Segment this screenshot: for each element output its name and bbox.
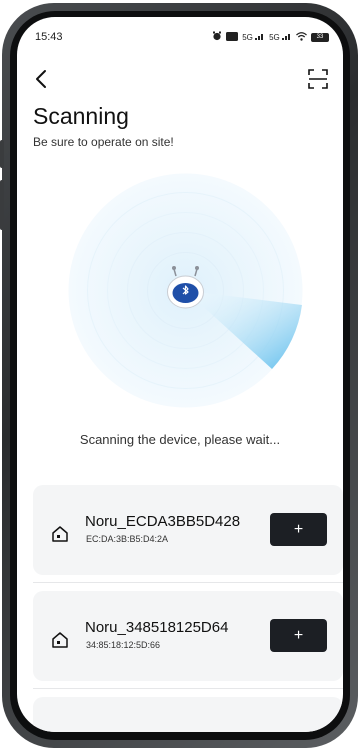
status-time: 15:43 xyxy=(35,31,63,43)
device-card: Noru_348518125D64 34:85:18:12:5D:66 + xyxy=(33,591,343,681)
wifi-icon xyxy=(296,31,307,43)
device-mac-address: 34:85:18:12:5D:66 xyxy=(86,640,161,650)
scan-frame-icon xyxy=(308,69,328,89)
list-divider xyxy=(33,688,343,689)
home-icon xyxy=(52,526,68,542)
volume-down-key xyxy=(0,180,4,230)
volume-up-key xyxy=(0,140,4,168)
signal-label: 5G xyxy=(269,33,280,42)
page-subtitle: Be sure to operate on site! xyxy=(33,135,174,149)
device-card xyxy=(33,697,343,732)
alarm-icon xyxy=(212,31,222,43)
back-button[interactable] xyxy=(31,67,51,91)
signal-5g-icon: 5G xyxy=(269,32,292,42)
radar-animation xyxy=(68,173,303,408)
status-icons: 5G 5G 33 xyxy=(212,31,329,43)
scan-qr-button[interactable] xyxy=(307,67,329,91)
page-title: Scanning xyxy=(33,103,129,129)
device-mac-address: EC:DA:3B:B5:D4:2A xyxy=(86,534,169,544)
app-screen: 15:43 5G 5G 33 Scanning Be sure to opera… xyxy=(17,17,343,732)
signal-label: 5G xyxy=(242,33,253,42)
add-device-button[interactable]: + xyxy=(270,513,327,546)
device-frame: 15:43 5G 5G 33 Scanning Be sure to opera… xyxy=(0,0,361,751)
list-divider xyxy=(33,582,343,583)
battery-icon: 33 xyxy=(311,32,329,42)
add-device-button[interactable]: + xyxy=(270,619,327,652)
home-icon xyxy=(52,632,68,648)
status-bar: 15:43 5G 5G 33 xyxy=(17,17,343,57)
hd-icon xyxy=(226,31,239,43)
signal-5g-icon: 5G xyxy=(242,32,265,42)
chevron-left-icon xyxy=(36,70,46,88)
device-card: Noru_ECDA3BB5D428 EC:DA:3B:B5:D4:2A + xyxy=(33,485,343,575)
scan-status-text: Scanning the device, please wait... xyxy=(79,432,281,447)
device-name: Noru_ECDA3BB5D428 xyxy=(85,513,241,530)
device-name: Noru_348518125D64 xyxy=(85,619,229,636)
